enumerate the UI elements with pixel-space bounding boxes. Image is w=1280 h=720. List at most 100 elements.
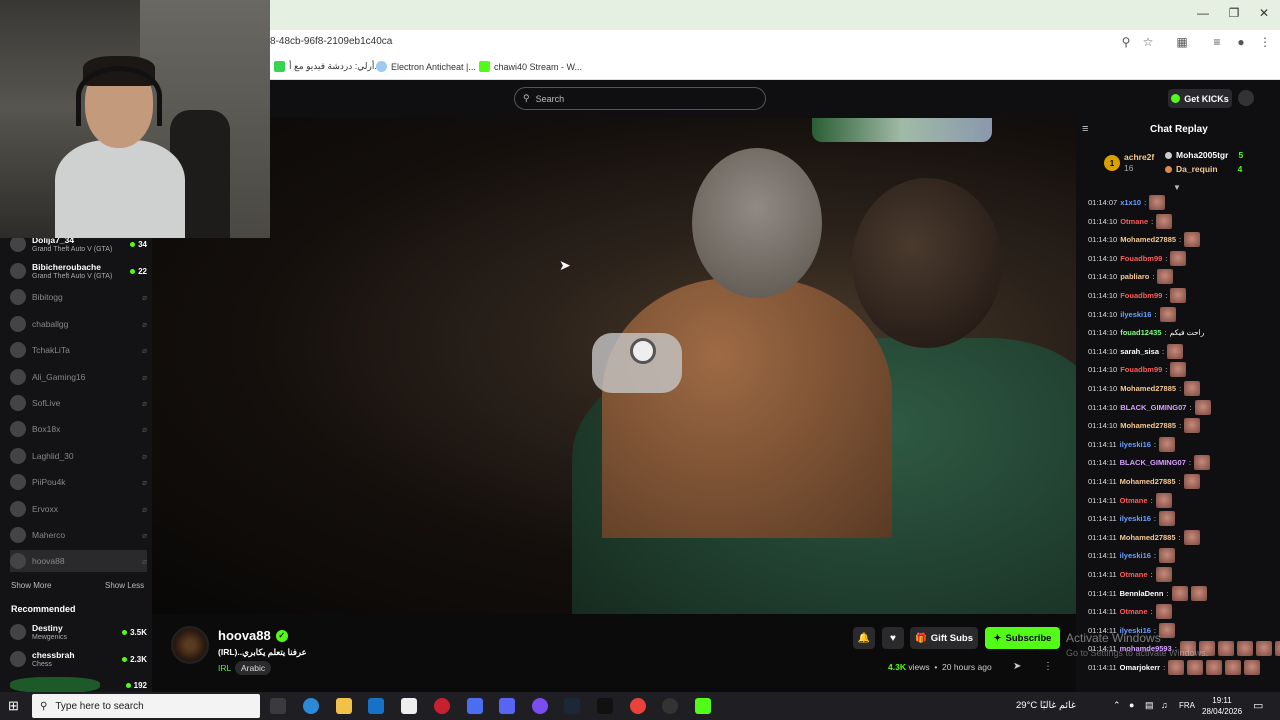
discord-icon[interactable] bbox=[499, 698, 515, 714]
chat-username[interactable]: Otmane bbox=[1120, 607, 1148, 616]
notification-bell-icon[interactable]: 🔔 bbox=[853, 627, 875, 649]
streamer-name[interactable]: hoova88 ✓ bbox=[218, 628, 288, 643]
sidebar-channel[interactable]: Bibicheroubache Grand Theft Auto V (GTA) 2… bbox=[10, 260, 147, 282]
url-text[interactable]: 8-48cb-96f8-2109eb1c40ca bbox=[270, 36, 392, 47]
sidebar-channel[interactable]: Bibitogg ⌀ bbox=[10, 286, 147, 308]
clock[interactable]: 19:11 28/04/2026 bbox=[1202, 695, 1242, 717]
obs-icon[interactable] bbox=[662, 698, 678, 714]
chat-separator: : bbox=[1150, 607, 1153, 617]
top-gifter-3[interactable]: Da_requin 4 bbox=[1165, 164, 1242, 174]
top-gifter-2[interactable]: Moha2005tgr 5 bbox=[1165, 150, 1243, 160]
sidebar-channel[interactable]: Ali_Gaming16 ⌀ bbox=[10, 366, 147, 388]
emote-icon bbox=[1255, 641, 1272, 657]
sidebar-channel[interactable]: Ervoxx ⌀ bbox=[10, 498, 147, 520]
sidebar-channel[interactable]: chaballgg ⌀ bbox=[10, 313, 147, 335]
taskbar-search[interactable]: ⚲ Type here to search bbox=[32, 694, 260, 718]
chat-username[interactable]: Mohamed27885 bbox=[1120, 533, 1176, 542]
chat-username[interactable]: Mohamed27885 bbox=[1120, 235, 1176, 244]
chat-username[interactable]: fouad12435 bbox=[1120, 328, 1161, 337]
chat-username[interactable]: BLACK_GIMING07 bbox=[1120, 403, 1186, 412]
windows-start-icon[interactable]: ⊞ bbox=[8, 698, 19, 714]
chat-username[interactable]: Otmane bbox=[1120, 496, 1148, 505]
tray-arrow-icon[interactable]: ⌃ bbox=[1113, 700, 1121, 711]
language-tag[interactable]: Arabic bbox=[235, 661, 272, 675]
more-options-icon[interactable]: ⋮ bbox=[1043, 661, 1053, 672]
chat-username[interactable]: ilyeski16 bbox=[1120, 310, 1151, 319]
app-icon[interactable] bbox=[597, 698, 613, 714]
mail-icon[interactable] bbox=[368, 698, 384, 714]
bookmark-3[interactable]: chawi40 Stream - W... bbox=[479, 61, 582, 72]
chrome-icon[interactable] bbox=[630, 698, 646, 714]
category-link[interactable]: IRL bbox=[218, 663, 231, 673]
sidebar-channel[interactable]: TchakLiTa ⌀ bbox=[10, 339, 147, 361]
task-view-icon[interactable] bbox=[270, 698, 286, 714]
chat-username[interactable]: BennlaDenn bbox=[1120, 589, 1164, 598]
chat-username[interactable]: pabliaro bbox=[1120, 272, 1149, 281]
sidebar-channel[interactable]: PiiPou4k ⌀ bbox=[10, 471, 147, 493]
kick-icon[interactable] bbox=[695, 698, 711, 714]
extensions-icon[interactable]: ▦ bbox=[1174, 35, 1190, 49]
recommended-channel[interactable]: chessbrah Chess 2.3K bbox=[10, 648, 147, 670]
star-icon[interactable]: ☆ bbox=[1140, 35, 1156, 49]
media-icon[interactable]: ≡ bbox=[1209, 35, 1225, 49]
chat-username[interactable]: x1x10 bbox=[1120, 198, 1141, 207]
close-icon[interactable]: ✕ bbox=[1254, 6, 1274, 20]
app-icon[interactable] bbox=[467, 698, 483, 714]
network-icon[interactable]: ▤ bbox=[1145, 700, 1154, 711]
expand-pinned-icon[interactable]: ▼ bbox=[1173, 183, 1181, 192]
sidebar-channel[interactable]: hoova88 ⌀ bbox=[10, 550, 147, 572]
chat-username[interactable]: sarah_sisa bbox=[1120, 347, 1159, 356]
follow-heart-icon[interactable]: ♥ bbox=[882, 627, 904, 649]
chat-separator: : bbox=[1178, 477, 1181, 486]
top-gifter-1[interactable]: 1 achre2f 16 bbox=[1104, 152, 1154, 174]
profile-icon[interactable]: ● bbox=[1233, 35, 1249, 49]
edge-icon[interactable] bbox=[303, 698, 319, 714]
chat-username[interactable]: ilyeski16 bbox=[1120, 551, 1151, 560]
bookmark-2[interactable]: Electron Anticheat |... bbox=[376, 61, 476, 72]
notifications-icon[interactable]: ▭ bbox=[1253, 699, 1263, 712]
steam-icon[interactable] bbox=[564, 698, 580, 714]
user-avatar[interactable] bbox=[1238, 90, 1254, 106]
zoom-icon[interactable]: ⚲ bbox=[1118, 35, 1134, 49]
sidebar-channel[interactable]: Box18x ⌀ bbox=[10, 418, 147, 440]
volume-icon[interactable]: ♫ bbox=[1161, 700, 1168, 710]
chat-username[interactable]: Fouadbm99 bbox=[1120, 291, 1162, 300]
subscribe-button[interactable]: ✦ Subscribe bbox=[985, 627, 1060, 649]
minimize-icon[interactable]: — bbox=[1193, 6, 1213, 20]
chat-username[interactable]: Fouadbm99 bbox=[1120, 365, 1162, 374]
collapse-chat-icon[interactable]: ≡ bbox=[1082, 123, 1088, 135]
chat-username[interactable]: Omarjokerr bbox=[1120, 663, 1160, 672]
mic-icon[interactable]: ● bbox=[1129, 700, 1134, 710]
chat-username[interactable]: Otmane bbox=[1120, 570, 1148, 579]
app-icon[interactable] bbox=[532, 698, 548, 714]
sidebar-channel[interactable]: SofLive ⌀ bbox=[10, 392, 147, 414]
app-icon[interactable] bbox=[434, 698, 450, 714]
chat-username[interactable]: Mohamed27885 bbox=[1120, 477, 1176, 486]
weather-widget[interactable]: 29°C غائم غالبًا bbox=[1016, 700, 1076, 711]
store-icon[interactable] bbox=[401, 698, 417, 714]
chat-username[interactable]: ilyeski16 bbox=[1120, 440, 1151, 449]
language-indicator[interactable]: FRA bbox=[1179, 701, 1195, 710]
chat-username[interactable]: Otmane bbox=[1120, 217, 1148, 226]
menu-icon[interactable]: ⋮ bbox=[1257, 35, 1273, 49]
chat-username[interactable]: Fouadbm99 bbox=[1120, 254, 1162, 263]
restore-icon[interactable]: ❐ bbox=[1224, 6, 1244, 20]
chat-username[interactable]: BLACK_GIMING07 bbox=[1120, 458, 1186, 467]
show-more-button[interactable]: Show More bbox=[11, 581, 51, 590]
chat-username[interactable]: Mohamed27885 bbox=[1120, 384, 1176, 393]
offline-icon: ⌀ bbox=[142, 292, 147, 302]
share-icon[interactable]: ➤ bbox=[1013, 661, 1021, 672]
chat-username[interactable]: ilyeski16 bbox=[1120, 514, 1151, 523]
search-input[interactable]: ⚲ Search bbox=[514, 87, 766, 110]
streamer-avatar[interactable] bbox=[171, 626, 209, 664]
sidebar-channel[interactable]: Maherco ⌀ bbox=[10, 524, 147, 546]
bookmark-1[interactable]: أرلي: دردشة فيديو مع أ... bbox=[274, 61, 382, 72]
get-kicks-button[interactable]: Get KICKs bbox=[1168, 89, 1232, 108]
chat-username[interactable]: Mohamed27885 bbox=[1120, 421, 1176, 430]
recommended-channel[interactable]: Destiny Mewgenics 3.5K bbox=[10, 621, 147, 643]
file-explorer-icon[interactable] bbox=[336, 698, 352, 714]
gift-subs-button[interactable]: 🎁 Gift Subs bbox=[910, 627, 978, 649]
video-player[interactable] bbox=[152, 118, 1076, 614]
sidebar-channel[interactable]: Laghlid_30 ⌀ bbox=[10, 445, 147, 467]
show-less-button[interactable]: Show Less bbox=[105, 581, 144, 590]
